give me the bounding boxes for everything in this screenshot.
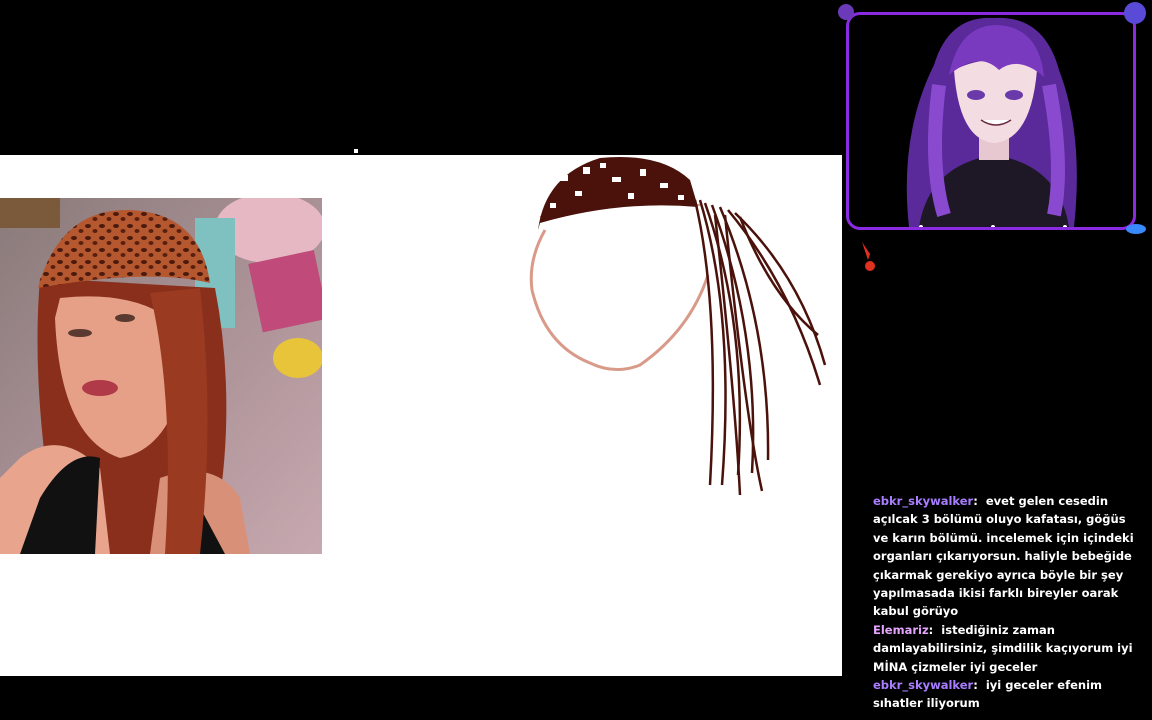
chat-panel: ebkr_skywalker: evet gelen cesedin açılc… xyxy=(873,492,1143,713)
chat-message: Elemariz: istediğiniz zaman damlayabilir… xyxy=(873,621,1143,676)
frame-corner-orb xyxy=(838,4,854,20)
chat-separator: : xyxy=(973,494,978,508)
chat-username: Elemariz xyxy=(873,622,929,637)
frame-corner-orb xyxy=(1124,2,1146,24)
frame-dot xyxy=(919,225,923,227)
frame-corner-orb xyxy=(1126,224,1146,234)
chat-separator: : xyxy=(973,678,978,693)
drawing-canvas[interactable] xyxy=(0,155,842,676)
frame-dot xyxy=(991,225,995,227)
canvas-cursor xyxy=(354,149,358,153)
red-arrow-cursor-icon xyxy=(862,242,875,271)
freehand-drawing xyxy=(529,156,827,496)
vtuber-avatar xyxy=(906,17,1077,227)
chat-separator: : xyxy=(928,622,934,637)
chat-message: ebkr_skywalker: evet gelen cesedin açılc… xyxy=(873,492,1143,621)
chat-username: ebkr_skywalker xyxy=(873,678,974,693)
vtuber-avatar-frame xyxy=(846,12,1136,230)
chat-username: ebkr_skywalker xyxy=(873,494,974,508)
frame-dot xyxy=(1063,225,1067,227)
chat-text: evet gelen cesedin açılcak 3 bölümü oluy… xyxy=(873,494,1134,619)
chat-message: ebkr_skywalker: iyi geceler efenim sıhat… xyxy=(873,676,1143,713)
